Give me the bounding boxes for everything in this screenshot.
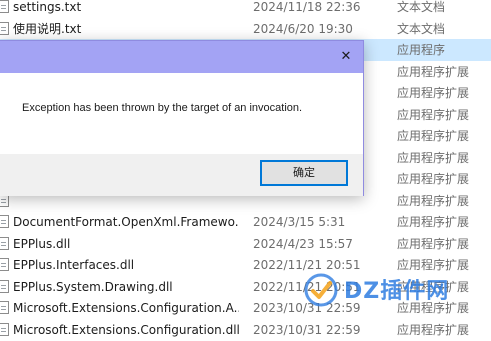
- file-row[interactable]: DocumentFormat.OpenXml.Framewo... 2024/3/…: [0, 211, 491, 233]
- ok-button[interactable]: 确定: [260, 160, 348, 186]
- file-type: 应用程序扩展: [397, 322, 470, 337]
- file-date: 2024/11/18 22:36: [253, 0, 361, 14]
- file-type: 应用程序扩展: [397, 215, 470, 229]
- file-icon: [0, 0, 9, 13]
- file-type: 应用程序: [397, 43, 446, 57]
- file-name: EPPlus.Interfaces.dll: [13, 258, 135, 272]
- file-date: 2024/3/15 5:31: [253, 215, 346, 229]
- dialog-message: Exception has been thrown by the target …: [22, 102, 303, 114]
- watermark-text: DZ插件网: [344, 279, 450, 304]
- file-row[interactable]: 使用说明.txt 2024/6/20 19:30 文本文档: [0, 18, 491, 40]
- file-type: 应用程序扩展: [397, 172, 470, 186]
- file-icon: [0, 322, 9, 336]
- file-row[interactable]: EPPlus.dll 2024/4/23 15:57 应用程序扩展: [0, 233, 491, 255]
- file-name: DocumentFormat.OpenXml.Framewo...: [13, 215, 239, 229]
- file-icon: [0, 215, 9, 228]
- dialog-footer: 确定: [0, 154, 363, 196]
- file-type: 应用程序扩展: [397, 193, 470, 208]
- file-icon: [0, 258, 9, 271]
- error-dialog: ✕ Exception has been thrown by the targe…: [0, 40, 364, 196]
- file-type: 应用程序扩展: [397, 64, 470, 79]
- file-icon: [0, 236, 9, 250]
- file-name: Microsoft.Extensions.Configuration.A...: [13, 301, 239, 315]
- file-type: 应用程序扩展: [397, 129, 470, 143]
- close-icon[interactable]: ✕: [333, 44, 359, 70]
- file-type: 应用程序扩展: [397, 150, 470, 165]
- file-type: 应用程序扩展: [397, 236, 470, 251]
- file-date: 2024/6/20 19:30: [253, 21, 353, 36]
- watermark-logo-icon: [304, 273, 338, 307]
- file-name: Microsoft.Extensions.Configuration.dll: [13, 322, 239, 337]
- file-type: 文本文档: [397, 21, 446, 36]
- file-type: 应用程序扩展: [397, 107, 470, 122]
- file-icon: [0, 21, 9, 35]
- file-icon: [0, 279, 9, 293]
- watermark: DZ插件网: [300, 270, 482, 310]
- file-name: EPPlus.System.Drawing.dll: [13, 279, 173, 294]
- file-type: 应用程序扩展: [397, 86, 470, 100]
- file-row[interactable]: Microsoft.Extensions.Configuration.dll 20…: [0, 319, 491, 341]
- file-type: 文本文档: [397, 0, 446, 14]
- file-row[interactable]: settings.txt 2024/11/18 22:36 文本文档: [0, 0, 491, 18]
- dialog-titlebar[interactable]: ✕: [0, 41, 363, 73]
- file-date: 2023/10/31 22:59: [253, 322, 361, 337]
- file-icon: [0, 301, 9, 314]
- file-name: settings.txt: [13, 0, 82, 14]
- file-name: EPPlus.dll: [13, 236, 71, 251]
- file-date: 2024/4/23 15:57: [253, 236, 353, 251]
- file-name: 使用说明.txt: [13, 21, 82, 36]
